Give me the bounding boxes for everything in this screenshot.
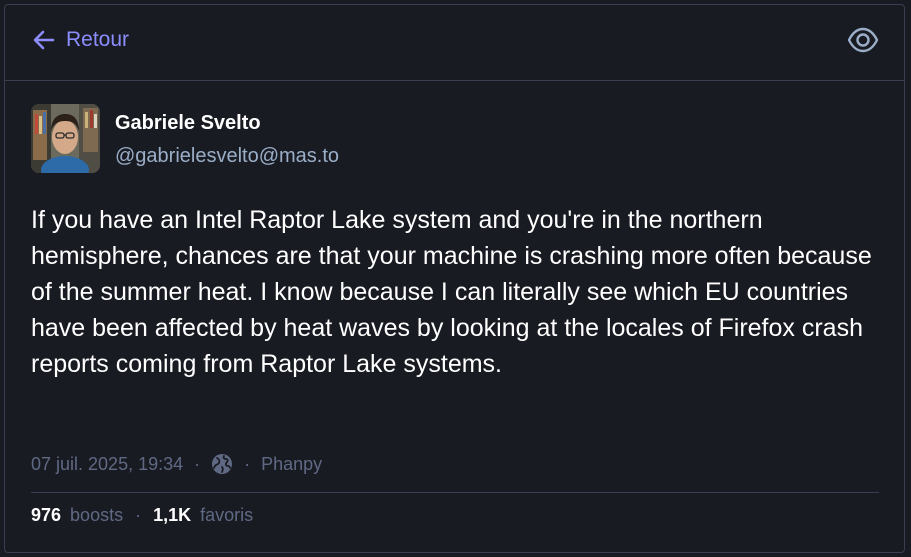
post-application[interactable]: Phanpy <box>261 454 322 475</box>
favourites-stat[interactable]: 1,1K favoris <box>153 505 253 526</box>
post-timestamp[interactable]: 07 juil. 2025, 19:34 <box>31 454 183 475</box>
favourites-label: favoris <box>200 505 254 525</box>
status-detail-panel: Retour Gabriele Svelto @gabrielesvelto@m… <box>4 4 905 553</box>
post-stats: 976 boosts · 1,1K favoris <box>31 505 253 526</box>
back-button-label: Retour <box>66 28 130 51</box>
boosts-label: boosts <box>70 505 124 525</box>
back-button[interactable]: Retour <box>32 28 129 52</box>
arrow-left-icon <box>32 28 56 52</box>
boosts-stat[interactable]: 976 boosts <box>31 505 123 526</box>
post-meta: 07 juil. 2025, 19:34 · · Phanpy <box>31 453 322 475</box>
avatar[interactable] <box>31 104 100 173</box>
boosts-count: 976 <box>31 505 62 525</box>
top-bar: Retour <box>5 5 904 81</box>
meta-separator-2: · <box>244 453 251 474</box>
globe-icon <box>211 453 233 475</box>
eye-icon[interactable] <box>847 27 879 53</box>
meta-separator: · <box>194 453 201 474</box>
author-info[interactable]: Gabriele Svelto @gabrielesvelto@mas.to <box>31 104 339 173</box>
author-handle[interactable]: @gabrielesvelto@mas.to <box>115 144 339 168</box>
favourites-count: 1,1K <box>153 505 192 525</box>
stats-separator: · <box>135 505 142 525</box>
post-content: If you have an Intel Raptor Lake system … <box>31 206 872 378</box>
divider <box>31 492 879 493</box>
author-display-name[interactable]: Gabriele Svelto <box>115 111 339 135</box>
author-names: Gabriele Svelto @gabrielesvelto@mas.to <box>115 104 339 168</box>
